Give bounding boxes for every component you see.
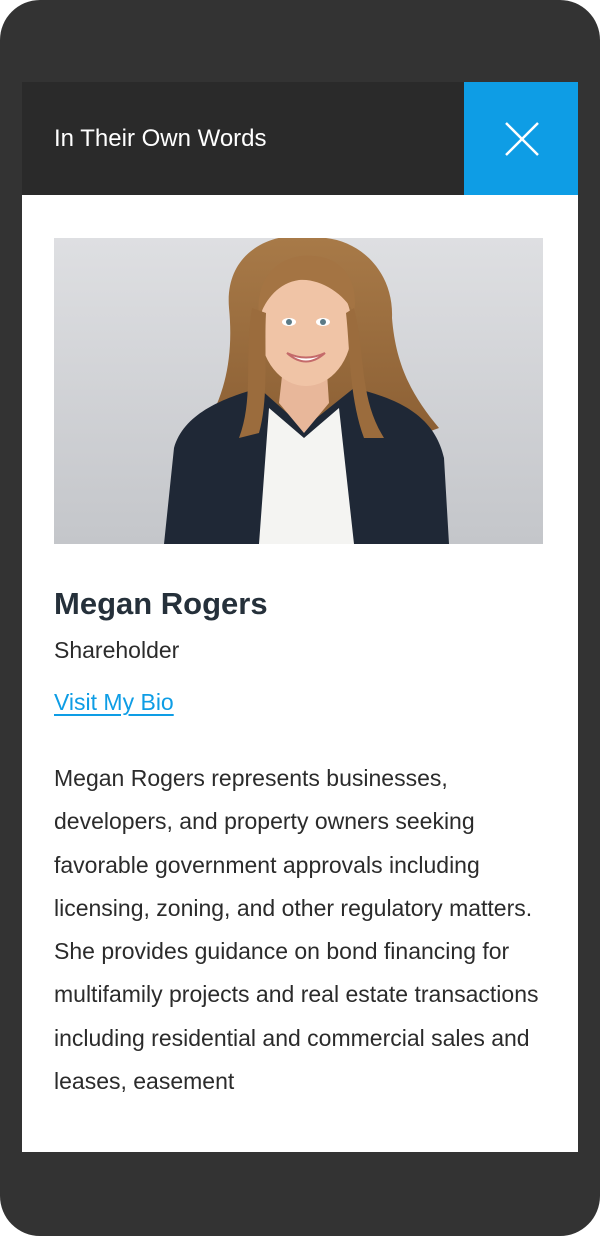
modal-title: In Their Own Words <box>54 125 267 152</box>
profile-modal: In Their Own Words Megan Rogers Sharehol… <box>22 82 578 1152</box>
close-icon <box>505 122 539 156</box>
profile-role: Shareholder <box>54 637 180 663</box>
modal-header: In Their Own Words <box>22 82 578 195</box>
bio-text: Megan Rogers represents businesses, deve… <box>54 765 539 1095</box>
device-frame: In Their Own Words Megan Rogers Sharehol… <box>0 0 600 1236</box>
profile-photo <box>54 238 543 544</box>
close-button[interactable] <box>464 82 578 195</box>
visit-bio-link[interactable]: Visit My Bio <box>54 687 174 717</box>
profile-name: Megan Rogers <box>54 586 268 621</box>
